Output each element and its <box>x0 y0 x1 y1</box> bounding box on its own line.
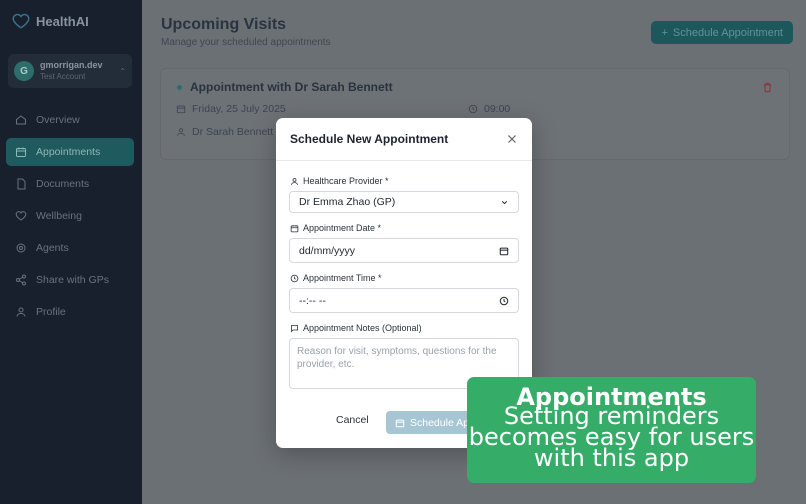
sidebar-item-wellbeing[interactable]: Wellbeing <box>6 202 134 230</box>
chevron-down-icon <box>501 200 508 204</box>
clock-icon <box>468 104 478 114</box>
close-icon[interactable] <box>506 133 518 145</box>
user-switcher[interactable]: G gmorrigan.dev Test Account ⌃ <box>8 54 132 88</box>
provider-label: Healthcare Provider * <box>290 176 389 186</box>
appointment-date: Friday, 25 July 2025 <box>192 103 286 115</box>
appointment-doctor: Dr Sarah Bennett <box>192 126 274 138</box>
sidebar-item-label: Agents <box>36 242 69 254</box>
sidebar-item-label: Documents <box>36 178 90 190</box>
home-icon <box>16 115 26 125</box>
brand[interactable]: HealthAI <box>12 12 89 30</box>
time-placeholder: --:-- -- <box>299 294 326 307</box>
provider-label-text: Healthcare Provider * <box>303 176 389 186</box>
chevron-updown-icon: ⌃ <box>119 66 126 76</box>
time-input[interactable]: --:-- -- <box>289 288 519 313</box>
calendar-icon <box>176 105 186 114</box>
user-name: gmorrigan.dev <box>40 60 103 70</box>
appointment-date-row: Friday, 25 July 2025 <box>176 103 286 115</box>
clock-picker-icon[interactable] <box>499 296 509 306</box>
sidebar-item-appointments[interactable]: Appointments <box>6 138 134 166</box>
trash-icon[interactable] <box>762 82 773 93</box>
provider-selected-value: Dr Emma Zhao (GP) <box>299 196 396 208</box>
appointment-time: 09:00 <box>484 103 511 115</box>
user-icon <box>16 307 26 317</box>
sidebar-item-label: Wellbeing <box>36 210 82 222</box>
sidebar-item-overview[interactable]: Overview <box>6 106 134 134</box>
date-placeholder: dd/mm/yyyy <box>299 244 356 257</box>
time-label-text: Appointment Time * <box>303 273 382 283</box>
promo-banner: Appointments Setting reminders becomes e… <box>467 377 756 483</box>
status-dot <box>177 85 182 90</box>
calendar-picker-icon[interactable] <box>499 246 509 256</box>
heart-icon <box>15 211 27 221</box>
promo-line: with this app <box>533 444 690 472</box>
user-icon <box>291 177 298 185</box>
document-icon <box>17 178 26 190</box>
notes-label-text: Appointment Notes (Optional) <box>303 323 422 333</box>
sidebar-item-profile[interactable]: Profile <box>6 298 134 326</box>
appointment-title: Appointment with Dr Sarah Bennett <box>190 80 393 94</box>
agent-icon <box>16 243 26 253</box>
page-subtitle: Manage your scheduled appointments <box>161 37 331 48</box>
sidebar-item-label: Appointments <box>36 146 101 158</box>
sidebar-item-agents[interactable]: Agents <box>6 234 134 262</box>
brand-name: HealthAI <box>36 13 89 29</box>
appointment-doctor-row: Dr Sarah Bennett <box>176 126 273 138</box>
page-title: Upcoming Visits <box>161 16 287 33</box>
heart-logo-icon <box>12 13 30 29</box>
calendar-icon <box>395 419 405 427</box>
plus-icon: + <box>661 26 668 39</box>
share-icon <box>16 274 26 286</box>
notes-placeholder: Reason for visit, symptoms, questions fo… <box>297 346 497 370</box>
date-input[interactable]: dd/mm/yyyy <box>289 238 519 263</box>
dialog-title: Schedule New Appointment <box>290 132 449 146</box>
date-label: Appointment Date * <box>290 223 381 233</box>
sidebar: HealthAI G gmorrigan.dev Test Account ⌃ … <box>0 0 142 504</box>
dialog-header: Schedule New Appointment <box>276 118 532 161</box>
clock-icon <box>290 274 299 282</box>
sidebar-item-label: Overview <box>36 114 80 126</box>
calendar-icon <box>16 147 26 157</box>
avatar: G <box>14 61 34 81</box>
time-label: Appointment Time * <box>290 273 382 283</box>
sidebar-item-share-with-gps[interactable]: Share with GPs <box>6 266 134 294</box>
message-icon <box>291 324 298 332</box>
sidebar-nav: Overview Appointments Documents Wellbein… <box>6 106 134 330</box>
date-label-text: Appointment Date * <box>303 223 382 233</box>
user-role: Test Account <box>40 72 86 81</box>
cancel-button[interactable]: Cancel <box>336 414 369 426</box>
provider-select[interactable]: Dr Emma Zhao (GP) <box>289 191 519 213</box>
schedule-appointment-button[interactable]: + Schedule Appointment <box>651 21 793 44</box>
promo-body: Setting reminders becomes easy for users… <box>467 404 756 472</box>
schedule-appointment-label: Schedule Appointment <box>672 26 783 39</box>
sidebar-item-label: Profile <box>36 306 66 318</box>
sidebar-item-documents[interactable]: Documents <box>6 170 134 198</box>
user-icon <box>177 128 185 136</box>
appointment-time-row: 09:00 <box>468 103 510 115</box>
sidebar-item-label: Share with GPs <box>36 274 109 286</box>
notes-label: Appointment Notes (Optional) <box>290 323 422 333</box>
calendar-icon <box>290 224 299 232</box>
